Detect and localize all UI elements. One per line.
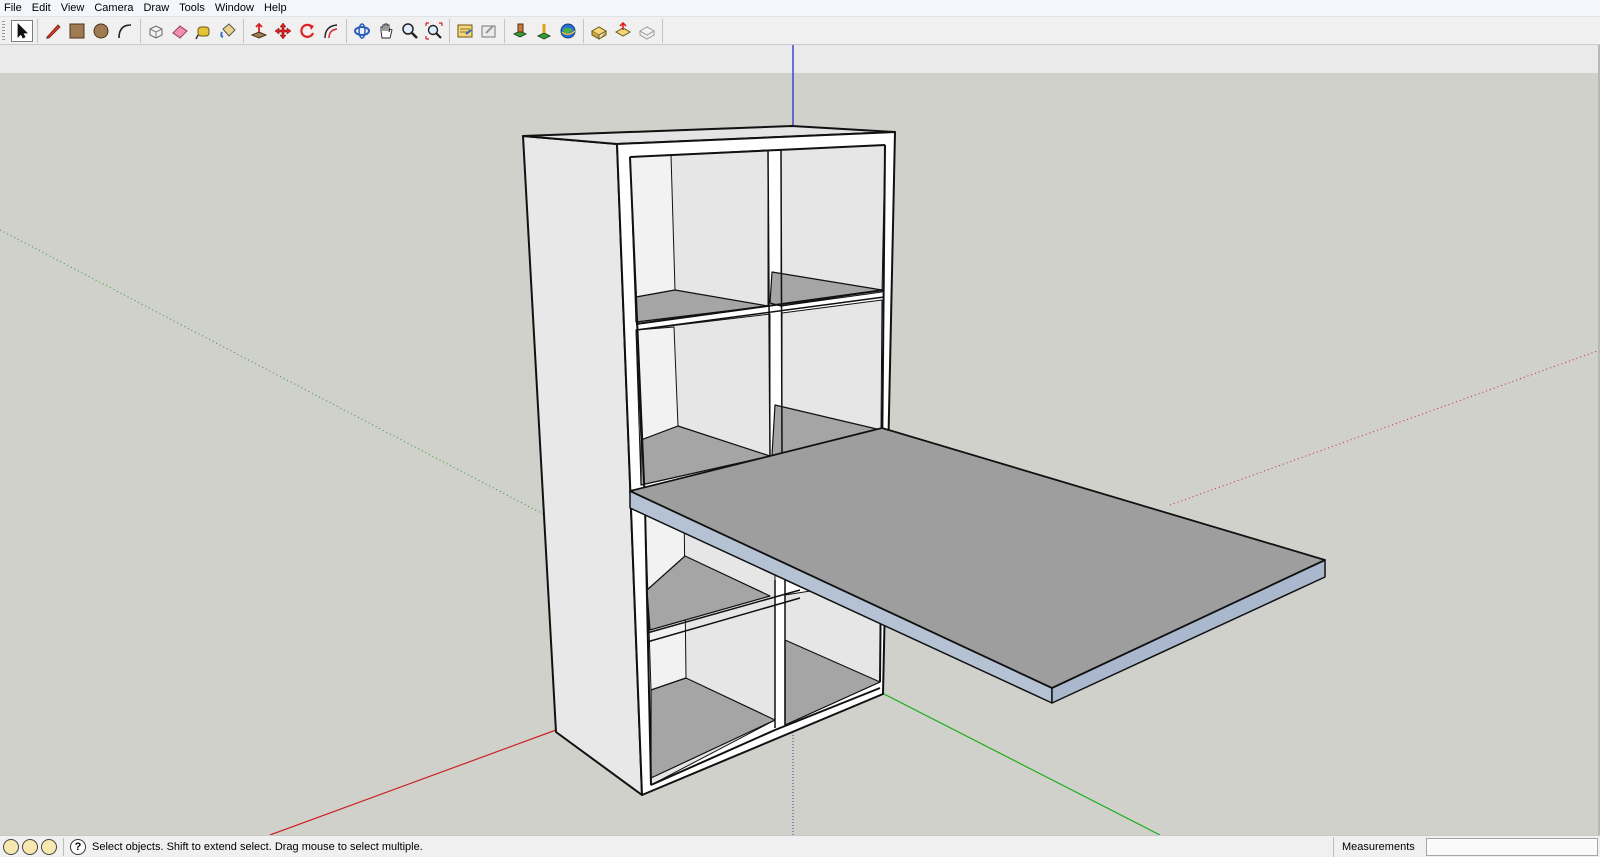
3d-warehouse-icon (638, 25, 656, 40)
add-location-button[interactable] (509, 20, 531, 42)
cubby-inner-wall-tl (629, 154, 676, 298)
google-earth-button[interactable] (557, 20, 579, 42)
measurements-input[interactable] (1426, 838, 1598, 856)
sketchup-window: File Edit View Camera Draw Tools Window … (0, 0, 1600, 857)
get-models-button[interactable] (454, 20, 476, 42)
tape-measure-button[interactable] (193, 20, 215, 42)
push-pull-button[interactable] (248, 20, 270, 42)
menu-camera[interactable]: Camera (89, 0, 138, 16)
status-separator (63, 838, 64, 856)
eraser-icon (172, 24, 188, 39)
circle-icon (93, 23, 109, 38)
share-component-icon (614, 21, 632, 37)
offset-icon (324, 23, 338, 38)
get-models-icon (457, 24, 473, 37)
paint-bucket-button[interactable] (217, 20, 239, 42)
arc-icon (118, 23, 132, 38)
menu-draw[interactable]: Draw (138, 0, 174, 16)
user-icon[interactable] (41, 839, 57, 855)
get-models-3d-icon (590, 25, 608, 40)
pan-icon (380, 23, 393, 38)
status-bar: ? Select objects. Shift to extend select… (0, 835, 1600, 857)
red-axis-dotted (1169, 349, 1600, 506)
rotate-tool-button[interactable] (296, 20, 318, 42)
menu-view[interactable]: View (56, 0, 90, 16)
rotate-icon (300, 23, 315, 38)
share-model-icon (481, 24, 496, 37)
menu-file[interactable]: File (0, 0, 27, 16)
get-models-3d-button[interactable] (588, 20, 610, 42)
zoom-extents-icon (425, 21, 443, 40)
move-tool-button[interactable] (272, 20, 294, 42)
select-icon (17, 22, 28, 39)
credits-icon[interactable] (22, 839, 38, 855)
select-tool-button[interactable] (11, 19, 33, 42)
share-model-button[interactable] (478, 20, 500, 42)
make-component-button[interactable] (145, 20, 167, 42)
arc-tool-button[interactable] (114, 20, 136, 42)
toolbar-group-location (505, 18, 584, 43)
pan-tool-button[interactable] (375, 20, 397, 42)
zoom-icon (402, 22, 418, 39)
drawing-viewport[interactable] (0, 45, 1600, 835)
toolbar-group-select (7, 18, 38, 43)
geo-location-icon[interactable] (3, 839, 19, 855)
zoom-extents-button[interactable] (423, 20, 445, 42)
menu-bar: File Edit View Camera Draw Tools Window … (0, 0, 1600, 17)
toolbar-gripper[interactable] (2, 20, 5, 41)
menu-edit[interactable]: Edit (27, 0, 56, 16)
offset-tool-button[interactable] (320, 20, 342, 42)
toolbar-group-warehouse (584, 18, 663, 43)
status-message: Select objects. Shift to extend select. … (92, 841, 423, 853)
push-pull-icon (250, 22, 268, 39)
toolbar-group-modify (244, 18, 347, 43)
toolbar-group-draw (38, 18, 141, 43)
red-axis (269, 729, 557, 835)
green-axis-dotted (0, 229, 546, 516)
menu-window[interactable]: Window (210, 0, 259, 16)
eraser-tool-button[interactable] (169, 20, 191, 42)
menu-help[interactable]: Help (259, 0, 292, 16)
orbit-tool-button[interactable] (351, 20, 373, 42)
google-earth-icon (560, 23, 576, 38)
model-scene (0, 45, 1600, 835)
share-component-button[interactable] (612, 20, 634, 42)
make-component-icon (149, 24, 163, 39)
green-axis (879, 691, 1161, 835)
toolbar-group-camera (347, 18, 450, 43)
pencil-tool-button[interactable] (42, 20, 64, 42)
add-location-icon (512, 23, 528, 38)
help-icon[interactable]: ? (70, 839, 86, 855)
tape-measure-icon (195, 26, 210, 39)
circle-tool-button[interactable] (90, 20, 112, 42)
pencil-icon (46, 23, 61, 39)
3d-warehouse-button[interactable] (636, 20, 658, 42)
toolbar (0, 17, 1600, 45)
toolbar-group-edit (141, 18, 244, 43)
menu-tools[interactable]: Tools (174, 0, 210, 16)
measurements-label: Measurements (1333, 837, 1426, 857)
zoom-tool-button[interactable] (399, 20, 421, 42)
orbit-icon (354, 22, 370, 39)
measurements-panel: Measurements (1333, 836, 1600, 857)
toggle-terrain-icon (536, 23, 552, 40)
paint-bucket-icon (220, 22, 236, 38)
move-icon (274, 22, 292, 39)
toolbar-group-models (450, 18, 505, 43)
toggle-terrain-button[interactable] (533, 20, 555, 42)
rectangle-icon (69, 23, 85, 38)
center-divider-top-2 (780, 149, 783, 457)
rectangle-tool-button[interactable] (66, 20, 88, 42)
